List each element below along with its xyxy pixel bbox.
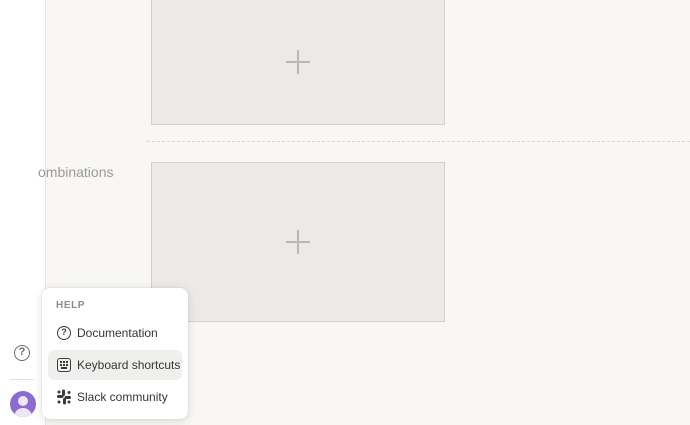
sidebar-divider [10,379,34,380]
section-label: ombinations [38,164,114,180]
menu-item-label: Documentation [77,326,158,340]
help-icon[interactable]: ? [14,345,30,361]
avatar-body [14,408,32,417]
add-slot-bottom[interactable] [151,162,445,322]
menu-item-keyboard-shortcuts[interactable]: Keyboard shortcuts [48,350,182,380]
keyboard-icon [57,358,71,372]
menu-item-documentation[interactable]: ? Documentation [48,318,182,348]
add-slot-top[interactable] [151,0,445,125]
menu-item-slack-community[interactable]: Slack community [48,382,182,412]
menu-item-label: Keyboard shortcuts [77,358,181,372]
menu-item-label: Slack community [77,390,168,404]
avatar-head [18,396,28,406]
help-menu-heading: HELP [56,300,86,311]
plus-icon [286,49,310,74]
avatar[interactable] [10,391,36,417]
slack-icon [57,389,71,405]
question-circle-icon: ? [57,326,71,340]
sidebar: ? [0,0,46,425]
section-divider [147,141,690,142]
help-menu: HELP ? Documentation Keyboard shortcuts … [42,288,188,419]
plus-icon [286,230,310,254]
